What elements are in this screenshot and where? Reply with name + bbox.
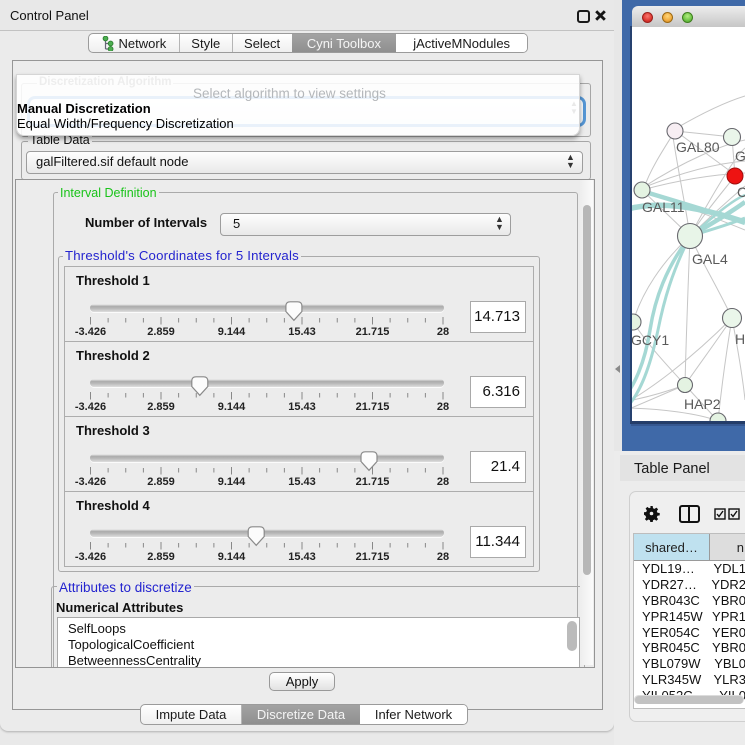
svg-text:HAP2: HAP2 xyxy=(684,396,721,412)
svg-text:GAL4: GAL4 xyxy=(692,251,728,267)
svg-text:H: H xyxy=(735,331,745,347)
svg-text:C: C xyxy=(737,184,745,200)
svg-text:GA: GA xyxy=(735,148,745,164)
svg-text:GAL80: GAL80 xyxy=(676,139,720,155)
svg-text:GAL11: GAL11 xyxy=(642,199,685,215)
svg-text:GCY1: GCY1 xyxy=(632,332,669,348)
